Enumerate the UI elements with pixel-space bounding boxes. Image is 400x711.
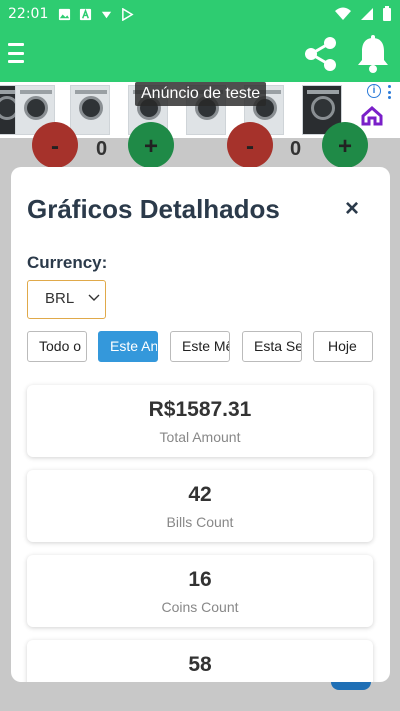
period-filters: Todo o Período Este Ano Este Mês Esta Se… [27, 331, 377, 362]
total-amount-value: R$1587.31 [148, 398, 252, 421]
increment-button[interactable]: + [322, 122, 368, 168]
filter-today[interactable]: Hoje [313, 331, 373, 362]
increment-button[interactable]: + [128, 122, 174, 168]
image-icon [59, 8, 71, 20]
ad-test-label: Anúncio de teste [135, 82, 267, 106]
currency-selected-value: BRL [45, 290, 75, 307]
ad-more-icon[interactable] [388, 85, 392, 99]
total-amount-card: R$1587.31 Total Amount [27, 385, 373, 457]
bills-count-value: 42 [188, 483, 212, 506]
system-icons [334, 6, 392, 22]
stat-value: 58 [188, 653, 212, 676]
cell-signal-icon [361, 8, 373, 20]
floating-action-button[interactable] [331, 682, 371, 690]
ad-home-icon[interactable] [361, 106, 383, 126]
filter-this-year[interactable]: Este Ano [98, 331, 158, 362]
play-store-icon [122, 7, 134, 21]
total-amount-label: Total Amount [159, 429, 241, 445]
counter-value: 0 [290, 138, 302, 160]
decrement-button[interactable]: - [227, 122, 273, 168]
filter-all-time[interactable]: Todo o Período [27, 331, 87, 362]
app-bar [0, 28, 400, 82]
bills-count-label: Bills Count [166, 514, 234, 530]
share-icon[interactable] [300, 34, 340, 74]
font-icon [80, 8, 92, 20]
currency-select[interactable]: BRL [27, 280, 106, 319]
coins-count-card: 16 Coins Count [27, 555, 373, 627]
status-time: 22:01 [8, 6, 49, 22]
notification-icons [58, 7, 134, 21]
menu-icon[interactable] [8, 43, 24, 63]
currency-label: Currency: [27, 253, 108, 272]
chevron-down-icon [88, 294, 100, 301]
coins-count-value: 16 [188, 568, 212, 591]
status-bar: 22:01 [0, 0, 400, 28]
coins-count-label: Coins Count [161, 599, 239, 615]
filter-this-month[interactable]: Este Mês [170, 331, 230, 362]
counter-value: 0 [96, 138, 108, 160]
close-icon[interactable]: × [345, 197, 359, 221]
modal-title: Gráficos Detalhados [27, 194, 280, 224]
filter-this-week[interactable]: Esta Semana [242, 331, 302, 362]
stat-card: 58 [27, 640, 373, 682]
background-counters: - 0 + - 0 + [0, 122, 400, 168]
bell-icon[interactable] [356, 34, 390, 74]
decrement-button[interactable]: - [32, 122, 78, 168]
ad-info-icon[interactable]: i [367, 84, 381, 98]
wifi-icon [335, 7, 351, 20]
download-icon [102, 11, 112, 18]
bills-count-card: 42 Bills Count [27, 470, 373, 542]
ad-product-image [70, 85, 110, 135]
battery-icon [383, 6, 391, 21]
detailed-charts-modal: Gráficos Detalhados × Currency: BRL Todo… [11, 167, 390, 682]
